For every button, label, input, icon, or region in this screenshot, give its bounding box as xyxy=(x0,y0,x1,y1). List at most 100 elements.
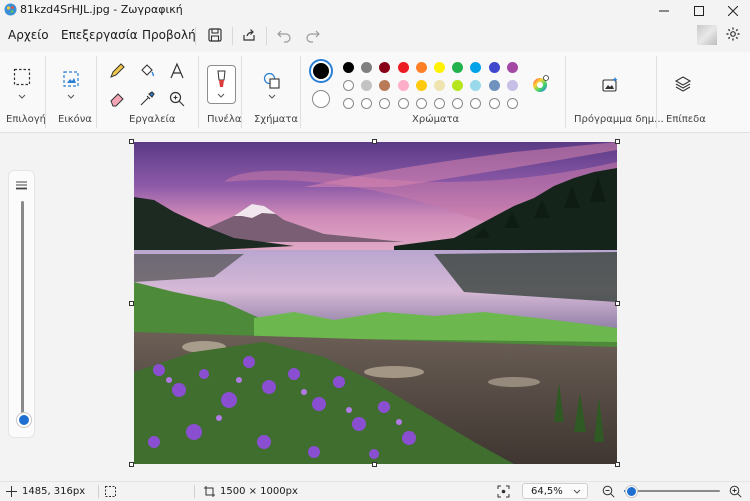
shapes-icon[interactable] xyxy=(263,72,281,90)
brush-size-panel xyxy=(8,170,35,438)
chevron-down-icon xyxy=(573,489,581,494)
palette-swatch[interactable] xyxy=(488,62,500,73)
fit-to-window-icon[interactable] xyxy=(497,485,510,498)
group-label-selection: Επιλογή xyxy=(6,114,47,125)
image-creator-icon[interactable] xyxy=(601,76,619,94)
menu-divider xyxy=(266,27,267,45)
brush-size-track[interactable] xyxy=(21,201,24,419)
account-avatar[interactable] xyxy=(697,25,717,45)
palette-swatch[interactable] xyxy=(415,62,427,73)
palette-swatch[interactable] xyxy=(470,80,482,91)
brush-size-thumb[interactable] xyxy=(17,413,31,427)
palette-swatch[interactable] xyxy=(379,62,391,73)
palette-swatch[interactable] xyxy=(397,80,409,91)
chevron-down-icon[interactable] xyxy=(18,94,26,100)
resize-handle-left[interactable] xyxy=(129,301,134,306)
save-icon[interactable] xyxy=(207,27,223,43)
palette-swatch[interactable] xyxy=(452,80,464,91)
settings-gear-icon[interactable] xyxy=(725,26,741,42)
cursor-position-icon xyxy=(6,486,17,497)
window-title: 81kzd4SrHJL.jpg - Ζωγραφική xyxy=(20,3,183,16)
palette-empty-slot[interactable] xyxy=(361,98,373,109)
resize-handle-right[interactable] xyxy=(615,301,620,306)
color-picker-icon[interactable] xyxy=(138,90,156,108)
chevron-down-icon[interactable] xyxy=(67,94,75,100)
palette-empty-slot[interactable] xyxy=(343,98,354,109)
image-size-icon xyxy=(204,486,215,497)
brush-icon xyxy=(217,70,226,87)
palette-swatch[interactable] xyxy=(470,62,482,73)
canvas-image[interactable] xyxy=(134,142,617,464)
palette-swatch[interactable] xyxy=(452,62,464,73)
ribbon-divider xyxy=(241,56,242,128)
group-label-image-generator: Πρόγραμμα δημ... xyxy=(574,114,664,125)
paint-app-icon xyxy=(4,3,17,16)
secondary-color-button[interactable] xyxy=(312,90,330,108)
palette-swatch[interactable] xyxy=(343,62,354,73)
menu-bar: Αρχείο Επεξεργασία Προβολή xyxy=(0,21,750,51)
resize-handle-bottom[interactable] xyxy=(372,462,377,467)
primary-color-button[interactable] xyxy=(309,59,333,83)
zoom-out-icon[interactable] xyxy=(602,485,615,498)
palette-swatch[interactable] xyxy=(361,62,373,73)
ribbon-divider xyxy=(45,56,46,128)
ribbon-divider xyxy=(300,56,301,128)
ribbon-divider xyxy=(656,56,657,128)
eraser-icon[interactable] xyxy=(108,90,126,108)
palette-swatch[interactable] xyxy=(506,62,518,73)
redo-icon[interactable] xyxy=(305,27,321,43)
undo-icon[interactable] xyxy=(276,27,292,43)
palette-empty-slot[interactable] xyxy=(434,98,445,109)
fill-bucket-icon[interactable] xyxy=(138,62,156,80)
palette-empty-slot[interactable] xyxy=(452,98,464,109)
menu-file[interactable]: Αρχείο xyxy=(8,28,49,42)
resize-handle-top[interactable] xyxy=(372,139,377,144)
zoom-value: 64,5% xyxy=(531,486,563,497)
minimize-button[interactable] xyxy=(647,0,681,20)
text-icon[interactable] xyxy=(168,62,186,80)
image-crop-icon[interactable] xyxy=(62,70,80,88)
resize-handle-bottom-right[interactable] xyxy=(615,462,620,467)
share-icon[interactable] xyxy=(241,27,257,43)
group-label-layers: Επίπεδα xyxy=(666,114,706,125)
magnifier-icon[interactable] xyxy=(168,90,186,108)
menu-edit[interactable]: Επεξεργασία xyxy=(61,28,138,42)
close-icon xyxy=(727,5,739,16)
zoom-slider-track[interactable] xyxy=(624,490,720,492)
palette-empty-slot[interactable] xyxy=(415,98,427,109)
palette-empty-slot[interactable] xyxy=(470,98,482,109)
resize-handle-top-left[interactable] xyxy=(129,139,134,144)
palette-empty-slot[interactable] xyxy=(488,98,500,109)
title-bar: 81kzd4SrHJL.jpg - Ζωγραφική xyxy=(0,0,750,20)
palette-swatch[interactable] xyxy=(397,62,409,73)
ribbon-divider xyxy=(565,56,566,128)
zoom-in-icon[interactable] xyxy=(729,485,742,498)
maximize-button[interactable] xyxy=(682,0,716,20)
layers-icon[interactable] xyxy=(674,75,692,93)
palette-empty-slot[interactable] xyxy=(379,98,391,109)
palette-swatch[interactable] xyxy=(379,80,391,91)
palette-swatch[interactable] xyxy=(415,80,427,91)
palette-empty-slot[interactable] xyxy=(506,98,518,109)
resize-handle-top-right[interactable] xyxy=(615,139,620,144)
palette-swatch[interactable] xyxy=(434,80,445,91)
menu-view[interactable]: Προβολή xyxy=(142,28,196,42)
landscape-image xyxy=(134,142,617,464)
status-divider xyxy=(194,485,195,498)
zoom-slider-thumb[interactable] xyxy=(626,486,638,497)
palette-swatch[interactable] xyxy=(506,80,518,91)
edit-colors-icon[interactable] xyxy=(531,75,549,93)
chevron-down-icon[interactable] xyxy=(268,94,276,100)
zoom-dropdown[interactable]: 64,5% xyxy=(522,483,588,499)
menu-divider xyxy=(232,27,233,45)
pencil-icon[interactable] xyxy=(108,62,126,80)
palette-empty-slot[interactable] xyxy=(397,98,409,109)
selection-rectangle-icon[interactable] xyxy=(13,68,31,86)
brush-selector-button[interactable] xyxy=(207,65,236,104)
palette-swatch[interactable] xyxy=(488,80,500,91)
close-button[interactable] xyxy=(716,0,750,20)
resize-handle-bottom-left[interactable] xyxy=(129,462,134,467)
palette-swatch[interactable] xyxy=(361,80,373,91)
palette-swatch[interactable] xyxy=(434,62,445,73)
palette-swatch[interactable] xyxy=(343,80,354,91)
